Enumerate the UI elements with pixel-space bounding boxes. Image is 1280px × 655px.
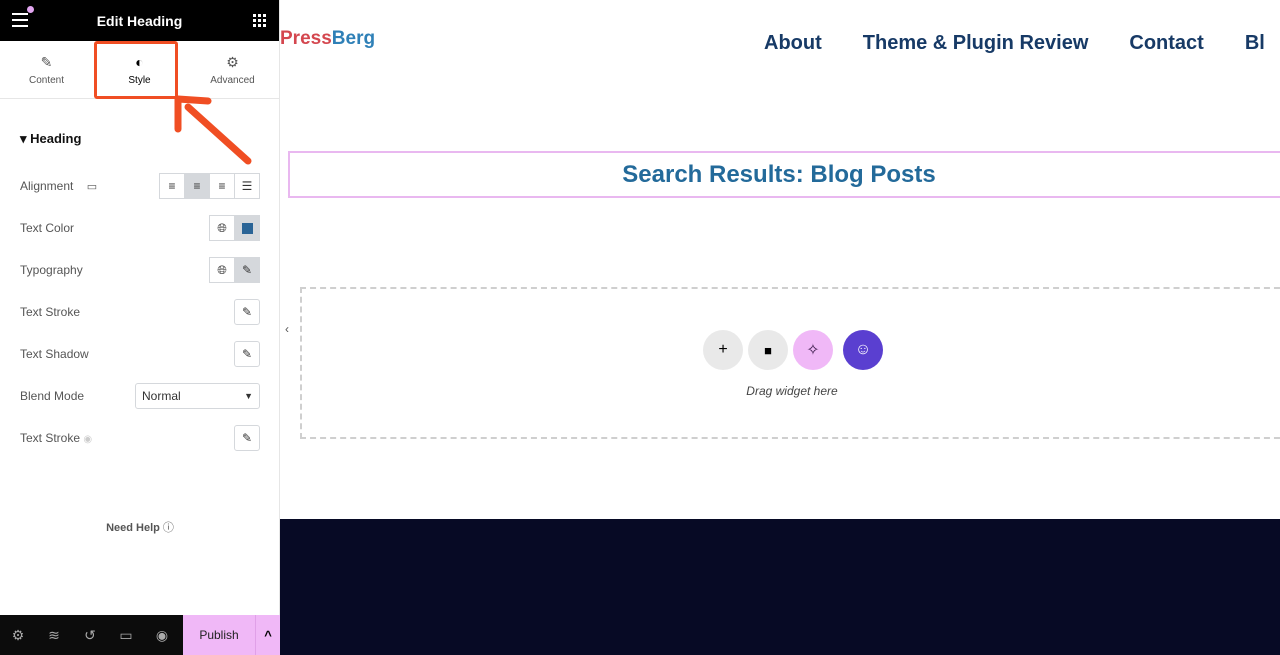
drag-hint: Drag widget here (746, 384, 838, 398)
globe-icon[interactable]: 🌐︎ (209, 215, 235, 241)
history-icon[interactable]: ↺ (72, 627, 108, 644)
control-label: Alignment (20, 179, 74, 193)
select-value: Normal (142, 389, 181, 403)
align-justify-button[interactable]: ☰ (234, 173, 260, 199)
control-label: Text Color (20, 221, 75, 235)
text-stroke-control: Text Stroke ✎ (20, 299, 260, 325)
tab-content[interactable]: ✎ Content (0, 41, 93, 98)
edit-pencil-icon[interactable]: ✎ (234, 425, 260, 451)
pro-icon: ◉ (83, 434, 93, 445)
site-nav: About Theme & Plugin Review Contact Bl (764, 32, 1265, 55)
nav-contact[interactable]: Contact (1129, 32, 1203, 55)
blend-mode-control: Blend Mode Normal ▼ (20, 383, 260, 409)
edit-pencil-icon[interactable]: ✎ (234, 341, 260, 367)
tab-label: Content (28, 74, 65, 86)
text-stroke-2-control: Text Stroke ◉ ✎ (20, 425, 260, 451)
annotation-arrow-icon (174, 95, 252, 165)
control-label: Typography (20, 263, 83, 277)
typography-control: Typography 🌐︎ ✎ (20, 257, 260, 283)
ai-assistant-button[interactable]: ☺ (843, 330, 883, 370)
publish-button[interactable]: Publish (183, 615, 255, 655)
edit-pencil-icon[interactable]: ✎ (234, 257, 260, 283)
panel-header: Edit Heading (0, 0, 279, 41)
logo-text: Press (280, 28, 332, 49)
text-shadow-control: Text Shadow ✎ (20, 341, 260, 367)
control-label: Blend Mode (20, 389, 85, 403)
menu-icon[interactable] (12, 13, 28, 31)
ai-sparkle-button[interactable]: ✧ (793, 330, 833, 370)
alignment-control: Alignment ▭ ≡ ≡ ≡ ☰ (20, 173, 260, 199)
help-icon: ⓘ (162, 522, 174, 534)
widgets-grid-icon[interactable] (253, 14, 266, 27)
add-section-button[interactable]: + (703, 330, 743, 370)
responsive-icon[interactable]: ▭ (108, 627, 144, 644)
settings-icon[interactable]: ⚙ (0, 627, 36, 644)
logo-text: Berg (331, 28, 376, 49)
blend-mode-select[interactable]: Normal ▼ (135, 383, 260, 409)
section-title: Heading (30, 131, 82, 146)
color-swatch[interactable] (234, 215, 260, 241)
text-color-control: Text Color 🌐︎ (20, 215, 260, 241)
footer-section (280, 519, 1280, 655)
gear-icon: ⚙ (226, 53, 239, 70)
globe-icon[interactable]: 🌐︎ (209, 257, 235, 283)
panel-title: Edit Heading (96, 12, 183, 29)
align-center-button[interactable]: ≡ (184, 173, 210, 199)
edit-pencil-icon[interactable]: ✎ (234, 299, 260, 325)
control-label: Text Shadow (20, 347, 89, 361)
nav-theme-plugin-review[interactable]: Theme & Plugin Review (863, 32, 1089, 55)
tab-advanced[interactable]: ⚙ Advanced (186, 41, 279, 98)
notification-dot (27, 6, 34, 13)
editor-panel: Edit Heading ✎ Content ◐ Style ⚙ Advanced ▾… (0, 0, 280, 655)
chevron-down-icon: ▼ (244, 391, 253, 401)
highlight-box (94, 41, 178, 99)
control-label: Text Stroke (20, 431, 81, 445)
chevron-up-icon[interactable]: ^ (255, 615, 280, 655)
desktop-icon[interactable]: ▭ (87, 181, 97, 193)
align-right-button[interactable]: ≡ (209, 173, 235, 199)
pencil-icon: ✎ (40, 53, 53, 70)
need-help-link[interactable]: Need Help ⓘ (0, 519, 280, 535)
help-label: Need Help (106, 522, 160, 534)
control-label: Text Stroke (20, 305, 81, 319)
page-canvas: Press Berg About Theme & Plugin Review Co… (280, 0, 1280, 655)
align-left-button[interactable]: ≡ (159, 173, 185, 199)
bottom-bar: ⚙ ≋ ↺ ▭ ◉ Publish ^ (0, 615, 280, 655)
template-folder-button[interactable]: ■ (748, 330, 788, 370)
nav-about[interactable]: About (764, 32, 822, 55)
layers-icon[interactable]: ≋ (36, 627, 72, 644)
nav-blog[interactable]: Bl (1245, 32, 1265, 55)
page-heading: Search Results: Blog Posts (622, 160, 936, 188)
heading-widget[interactable]: Search Results: Blog Posts (288, 151, 1280, 198)
site-logo[interactable]: Press Berg (280, 28, 375, 50)
section-heading-toggle[interactable]: ▾ Heading (20, 131, 81, 147)
drop-zone[interactable]: + ■ ✧ ☺ Drag widget here (300, 287, 1280, 439)
tab-label: Advanced (210, 74, 255, 86)
preview-eye-icon[interactable]: ◉ (144, 627, 180, 644)
